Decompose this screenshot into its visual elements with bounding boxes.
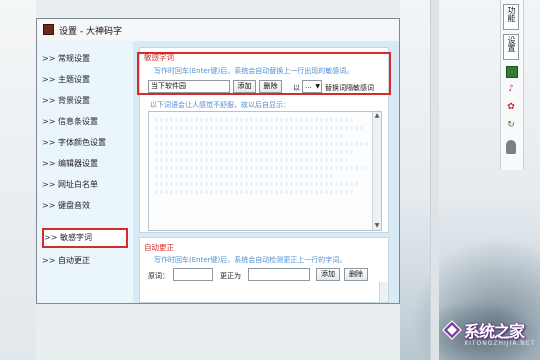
delete-autocorrect-button[interactable]: 删除 (344, 268, 368, 281)
music-icon[interactable]: ♪ (506, 84, 516, 94)
watermark-subtext: XITONGZHIJIA.NET (464, 340, 536, 347)
nav-item-label: 信息条设置 (58, 117, 98, 126)
nav-arrow-icon: >> (42, 138, 56, 147)
nav-arrow-icon: >> (42, 201, 56, 210)
scroll-up-icon[interactable]: ▲ (373, 112, 381, 120)
nav-arrow-icon: >> (42, 75, 56, 84)
nav-arrow-icon: >> (42, 180, 56, 189)
nav-item-theme[interactable]: >> 主题设置 (42, 70, 128, 90)
nav-arrow-icon: >> (42, 256, 56, 265)
nav-item-label: 编辑器设置 (58, 159, 98, 168)
blurred-text-line (155, 134, 345, 138)
settings-button[interactable]: 设置 (503, 34, 519, 60)
correct-to-label: 更正为 (220, 272, 241, 280)
nav-item-label: 主题设置 (58, 75, 90, 84)
nav-item-autocorrect[interactable]: >> 自动更正 (42, 251, 128, 271)
settings-content: 敏感字词 写作时回车(Enter键)后，系统会自动替换上一行出现的敏感词。 当下… (133, 41, 399, 303)
blurred-text-line (155, 158, 350, 162)
nav-arrow-icon: >> (42, 54, 56, 63)
app-icon (43, 24, 54, 35)
blurred-text-line (155, 118, 355, 122)
highlight-box-sensitive (137, 52, 391, 95)
function-button-label: 功能 (507, 6, 516, 22)
autocorrect-section: 自动更正 写作时回车(Enter键)后，系统会自动检测更正上一行的字词。 原词：… (139, 237, 389, 303)
blurred-text-line (155, 150, 355, 154)
nav-item-label: 背景设置 (58, 96, 90, 105)
nav-item-general[interactable]: >> 常规设置 (42, 49, 128, 69)
blurred-text-line (155, 166, 367, 170)
nav-arrow-icon: >> (42, 117, 56, 126)
nav-item-font-color[interactable]: >> 字体颜色设置 (42, 133, 128, 153)
list-scrollbar[interactable]: ▲ ▼ (372, 112, 381, 230)
watermark: 系统之家 XITONGZHIJIA.NET (442, 318, 538, 356)
nav-item-keyboard-sound[interactable]: >> 键盘音效 (42, 196, 128, 216)
nav-item-label: 网址白名单 (58, 180, 98, 189)
original-word-input[interactable] (173, 268, 213, 281)
bulb-icon[interactable] (506, 140, 516, 154)
side-toolbar: 功能 设置 ♪ ✿ ↻ (500, 0, 524, 170)
settings-button-label: 设置 (507, 36, 516, 52)
nav-item-infobar[interactable]: >> 信息条设置 (42, 112, 128, 132)
background-window-scrollbar[interactable] (430, 0, 439, 360)
nav-item-label: 键盘音效 (58, 201, 90, 210)
autocorrect-hint: 写作时回车(Enter键)后，系统会自动检测更正上一行的字词。 (154, 256, 347, 264)
nav-item-editor[interactable]: >> 编辑器设置 (42, 154, 128, 174)
watermark-logo-icon (442, 320, 462, 340)
section-title: 自动更正 (144, 243, 174, 252)
scroll-down-icon[interactable]: ▼ (373, 222, 381, 230)
settings-nav: >> 常规设置 >> 主题设置 >> 背景设置 >> 信息条设置 >> 字体颜色设置 >>… (37, 41, 134, 303)
nav-item-label: 字体颜色设置 (58, 138, 106, 147)
correct-word-input[interactable] (248, 268, 310, 281)
blurred-text-line (155, 182, 360, 186)
nav-item-url-whitelist[interactable]: >> 网址白名单 (42, 175, 128, 195)
autocorrect-scrollbar[interactable] (379, 282, 388, 302)
settings-window: 设置 - 大神码字 >> 常规设置 >> 主题设置 >> 背景设置 >> 信息条设置 >… (36, 18, 400, 304)
nav-arrow-icon: >> (42, 96, 56, 105)
nav-item-label: 敏感字词 (60, 233, 92, 242)
nav-item-label: 自动更正 (58, 256, 90, 265)
save-icon[interactable] (506, 66, 518, 78)
nav-arrow-icon: >> (44, 233, 58, 242)
blurred-text-line (155, 142, 370, 146)
blurred-text-line (155, 174, 335, 178)
add-autocorrect-button[interactable]: 添加 (316, 268, 340, 281)
nav-item-sensitive-words[interactable]: >> 敏感字词 (42, 228, 128, 248)
window-title: 设置 - 大神码字 (59, 27, 122, 37)
original-word-label: 原词： (148, 272, 169, 280)
star-icon[interactable]: ✿ (506, 102, 516, 112)
sensitive-words-list[interactable]: ▲ ▼ (148, 111, 382, 231)
nav-arrow-icon: >> (42, 159, 56, 168)
blurred-text-line (155, 190, 353, 194)
title-bar[interactable]: 设置 - 大神码字 (37, 19, 399, 42)
nav-item-background[interactable]: >> 背景设置 (42, 91, 128, 111)
function-button[interactable]: 功能 (503, 4, 519, 30)
refresh-icon[interactable]: ↻ (506, 120, 516, 130)
watermark-text: 系统之家 (464, 322, 525, 341)
desktop-background-left (0, 0, 36, 360)
nav-item-label: 常规设置 (58, 54, 90, 63)
blurred-text-line (155, 126, 365, 130)
sensitive-list-hint: 以下词语会让人感觉不舒服，故以后自显示： (150, 101, 290, 109)
